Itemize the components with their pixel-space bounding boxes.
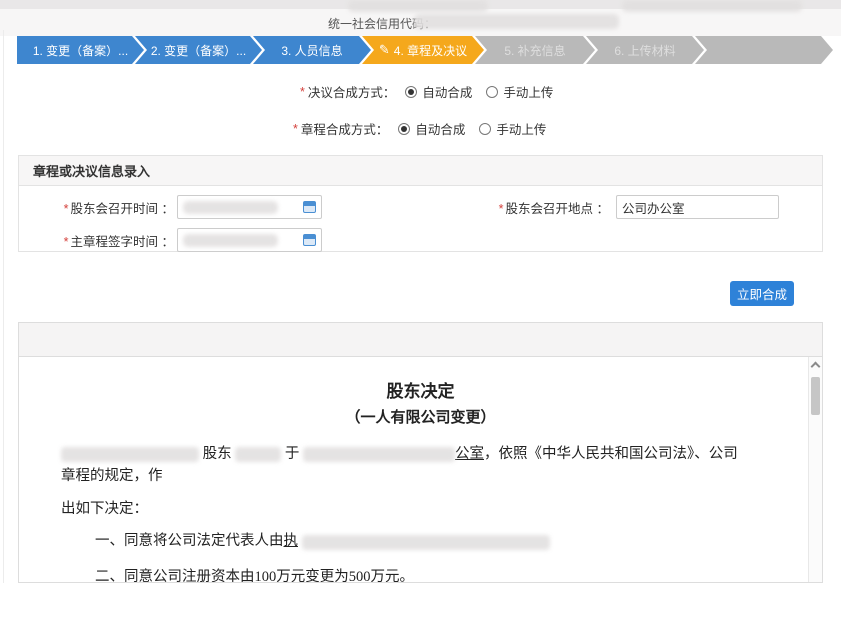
meeting-time-input[interactable] <box>177 195 322 219</box>
item2-amount-from: 100 <box>255 569 277 582</box>
required-asterisk: * <box>300 85 305 99</box>
charter-auto-label: 自动合成 <box>415 119 465 138</box>
meeting-place-value: 公司办公室 <box>622 198 685 217</box>
wizard-step-4-current[interactable]: ✎ 4. 章程及决议 <box>362 36 484 64</box>
item2-amount-to: 500 <box>349 569 371 582</box>
item1-underlined: 执 <box>284 533 299 549</box>
charter-auto-option[interactable]: 自动合成 <box>398 119 465 138</box>
p1-office-underlined: 公室 <box>455 446 484 462</box>
item2-mid: 万元变更为 <box>276 569 349 582</box>
charter-manual-option[interactable]: 手动上传 <box>479 119 546 138</box>
document-panel-header <box>19 323 822 357</box>
radio-unchecked-icon[interactable] <box>486 86 498 98</box>
p1-at-text: 于 <box>285 446 300 462</box>
scroll-up-icon[interactable] <box>811 362 821 372</box>
meeting-place-input[interactable]: 公司办公室 <box>616 195 779 219</box>
document-body: 股东 于 公室，依照《中华人民共和国公司法》、公司章程的规定，作 出如下决定： … <box>61 443 752 582</box>
document-viewport: 股东决定 （一人有限公司变更） 股东 于 公室，依照《中华人民共和国公司法》、公… <box>19 357 822 582</box>
redacted-shareholder-name <box>235 447 281 462</box>
required-asterisk: * <box>499 202 504 216</box>
charter-sign-time-input[interactable] <box>177 228 322 252</box>
meeting-time-label-text: 股东会召开时间 ： <box>71 202 174 216</box>
charter-manual-label: 手动上传 <box>496 119 546 138</box>
charter-mode-label: 章程合成方式： <box>301 119 389 138</box>
wizard-step-5[interactable]: 5. 补充信息 <box>475 36 595 64</box>
item2-suffix: 万元。 <box>371 569 415 582</box>
redacted-company-name <box>348 0 488 12</box>
document-paragraph-1-line2: 出如下决定： <box>61 498 752 520</box>
document-preview-panel: 股东决定 （一人有限公司变更） 股东 于 公室，依照《中华人民共和国公司法》、公… <box>18 322 823 583</box>
document-subtitle: （一人有限公司变更） <box>19 406 822 427</box>
item2-pre: 二、同意公司注册资本由 <box>95 569 255 582</box>
redacted-company-name <box>61 447 199 462</box>
redacted-credit-code-value <box>414 14 619 29</box>
wizard-track-filler <box>695 36 833 64</box>
required-asterisk: * <box>293 122 298 136</box>
redacted-date-place <box>303 447 455 462</box>
wizard-step-3-label: 3. 人员信息 <box>281 42 342 59</box>
entry-panel-title: 章程或决议信息录入 <box>19 156 822 186</box>
document-item-1: 一、同意将公司法定代表人由执 <box>95 530 752 552</box>
required-asterisk: * <box>64 202 69 216</box>
entry-panel: 章程或决议信息录入 *股东会召开时间 ： *股东会召开地点 ： 公司办公室 *主… <box>18 155 823 252</box>
entry-panel-body: *股东会召开时间 ： *股东会召开地点 ： 公司办公室 *主章程签字时间 ： <box>19 186 822 251</box>
required-asterisk: * <box>64 235 69 249</box>
charter-sign-label-text: 主章程签字时间 ： <box>71 235 174 249</box>
wizard-step-5-label: 5. 补充信息 <box>504 42 565 59</box>
step-wizard: 1. 变更（备案）... 2. 变更（备案）... 3. 人员信息 ✎ 4. 章… <box>17 36 833 64</box>
charter-sign-time-label: *主章程签字时间 ： <box>29 231 174 250</box>
document-scrollbar[interactable] <box>808 357 822 582</box>
radio-checked-icon[interactable] <box>405 86 417 98</box>
wizard-step-3[interactable]: 3. 人员信息 <box>253 36 371 64</box>
wizard-step-1[interactable]: 1. 变更（备案）... <box>17 36 144 64</box>
wizard-step-6-label: 6. 上传材料 <box>614 42 675 59</box>
meeting-place-label: *股东会召开地点 ： <box>459 198 609 217</box>
charter-mode-row: * 章程合成方式： 自动合成 手动上传 <box>293 119 546 138</box>
radio-checked-icon[interactable] <box>398 123 410 135</box>
resolution-mode-row: * 决议合成方式： 自动合成 手动上传 <box>300 82 553 101</box>
redacted-meeting-time-value <box>183 201 278 214</box>
meeting-time-label: *股东会召开时间 ： <box>29 198 174 217</box>
document-title: 股东决定 <box>19 377 822 402</box>
container-left-border <box>3 30 4 583</box>
redacted-charter-sign-value <box>183 234 278 247</box>
calendar-icon[interactable] <box>303 201 316 213</box>
meeting-place-label-text: 股东会召开地点 ： <box>506 202 609 216</box>
wizard-step-2[interactable]: 2. 变更（备案）... <box>135 36 262 64</box>
wizard-step-4-label: 4. 章程及决议 <box>394 42 467 59</box>
document-item-2: 二、同意公司注册资本由100万元变更为500万元。 <box>95 566 752 582</box>
wizard-step-1-label: 1. 变更（备案）... <box>33 42 128 59</box>
scrollbar-thumb[interactable] <box>811 377 820 415</box>
page: 统一社会信用代码： 1. 变更（备案）... 2. 变更（备案）... 3. 人… <box>0 0 841 627</box>
resolution-manual-option[interactable]: 手动上传 <box>486 82 553 101</box>
resolution-auto-option[interactable]: 自动合成 <box>405 82 472 101</box>
pencil-icon: ✎ <box>379 42 390 58</box>
resolution-auto-label: 自动合成 <box>422 82 472 101</box>
redacted-legal-rep-change <box>302 535 550 550</box>
item1-prefix: 一、同意将公司法定代表人由 <box>95 533 284 549</box>
calendar-icon[interactable] <box>303 234 316 246</box>
document-paragraph-1: 股东 于 公室，依照《中华人民共和国公司法》、公司章程的规定，作 <box>61 443 752 488</box>
wizard-step-6[interactable]: 6. 上传材料 <box>586 36 704 64</box>
resolution-mode-label: 决议合成方式： <box>308 82 396 101</box>
resolution-manual-label: 手动上传 <box>503 82 553 101</box>
p1-shareholder-text: 股东 <box>203 446 232 462</box>
radio-unchecked-icon[interactable] <box>479 123 491 135</box>
wizard-step-2-label: 2. 变更（备案）... <box>151 42 246 59</box>
redacted-header-text <box>622 0 802 12</box>
synthesize-now-button[interactable]: 立即合成 <box>730 281 794 306</box>
